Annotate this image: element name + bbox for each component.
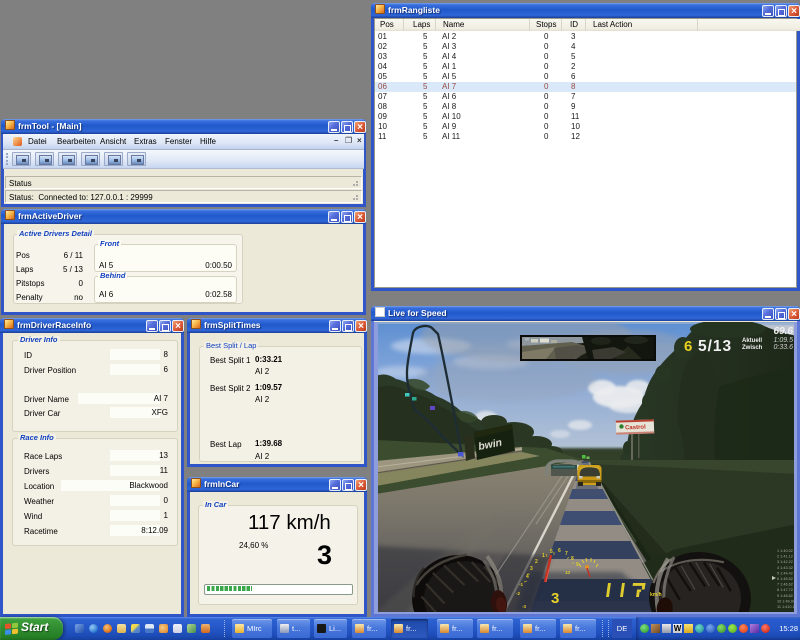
svg-text:2: 2: [535, 559, 538, 565]
svg-text:3: 3: [551, 590, 559, 607]
svg-text:8: 8: [571, 556, 574, 562]
svg-text:Castrol: Castrol: [625, 425, 646, 432]
svg-text:2 1:41.12: 2 1:41.12: [777, 555, 793, 559]
svg-text:-3: -3: [522, 604, 526, 609]
svg-text:3 1:42.22: 3 1:42.22: [777, 560, 793, 564]
svg-text:6: 6: [558, 548, 561, 554]
svg-text:3: 3: [530, 566, 533, 572]
svg-text:Aktuell: Aktuell: [742, 338, 762, 344]
svg-text:0:33.6: 0:33.6: [774, 344, 794, 351]
svg-text:-1: -1: [519, 582, 523, 587]
svg-text:6: 6: [684, 338, 692, 355]
svg-text:4: 4: [526, 574, 529, 580]
svg-text:4 1:43.32: 4 1:43.32: [777, 566, 793, 570]
svg-text:10 1:49.92: 10 1:49.92: [777, 599, 794, 603]
svg-text:9 1:48.82: 9 1:48.82: [777, 594, 793, 598]
svg-text:5/13: 5/13: [698, 338, 732, 355]
svg-text:5 1:44.42: 5 1:44.42: [777, 571, 793, 575]
svg-text:11 1:410.102: 11 1:410.102: [777, 605, 794, 609]
svg-text:1: 1: [542, 553, 545, 559]
svg-text:-2: -2: [516, 591, 520, 596]
svg-text:Zwisch: Zwisch: [742, 345, 763, 351]
svg-text:7: 7: [565, 551, 568, 557]
svg-text:69.6: 69.6: [774, 326, 794, 337]
svg-text:1:09.5: 1:09.5: [774, 337, 794, 344]
svg-text:km/h: km/h: [650, 592, 662, 598]
svg-text:1 1:40.02: 1 1:40.02: [777, 549, 793, 553]
svg-text:10: 10: [565, 570, 571, 575]
svg-text:7 1:46.62: 7 1:46.62: [777, 583, 793, 587]
svg-text:9: 9: [576, 562, 579, 568]
svg-text:6 1:45.52: 6 1:45.52: [777, 577, 793, 581]
svg-text:5: 5: [550, 549, 553, 555]
svg-text:8 1:47.72: 8 1:47.72: [777, 588, 793, 592]
